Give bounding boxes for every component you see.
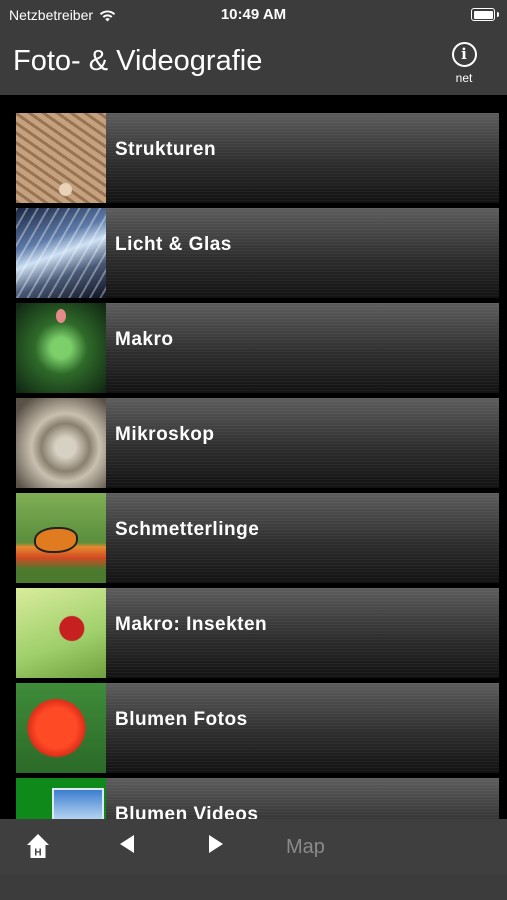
- flower-thumbnail: [16, 683, 106, 773]
- list-item[interactable]: Strukturen: [16, 113, 499, 203]
- list-item-label: Makro: [115, 329, 174, 350]
- texture-thumbnail: [16, 113, 106, 203]
- forward-arrow-icon[interactable]: [207, 834, 225, 854]
- video-thumbnail: [16, 778, 106, 819]
- list-item-label: Makro: Insekten: [115, 614, 268, 635]
- list-item[interactable]: Makro: [16, 303, 499, 393]
- list-item[interactable]: Makro: Insekten: [16, 588, 499, 678]
- info-icon: i: [451, 42, 477, 67]
- microscope-thumbnail: [16, 398, 106, 488]
- home-indicator-area: [0, 874, 507, 900]
- info-label: net: [455, 71, 473, 85]
- info-button[interactable]: i net: [441, 42, 487, 85]
- status-time: 10:49 AM: [220, 6, 287, 23]
- list-item-label: Blumen Fotos: [115, 709, 248, 730]
- plant-macro-thumbnail: [16, 303, 106, 393]
- list-item-label: Blumen Videos: [115, 804, 259, 819]
- bottom-toolbar: H Map: [0, 819, 507, 874]
- battery-icon: [471, 8, 499, 21]
- list-item[interactable]: Licht & Glas: [16, 208, 499, 298]
- butterfly-thumbnail: [16, 493, 106, 583]
- list-item-label: Mikroskop: [115, 424, 215, 445]
- page-title: Foto- & Videografie: [13, 45, 263, 77]
- map-button[interactable]: Map: [286, 836, 325, 859]
- list-item[interactable]: Blumen Fotos: [16, 683, 499, 773]
- back-arrow-icon[interactable]: [118, 834, 136, 854]
- svg-text:H: H: [34, 848, 41, 859]
- ladybug-thumbnail: [16, 588, 106, 678]
- list-item-label: Licht & Glas: [115, 234, 232, 255]
- category-list: Strukturen Licht & Glas Makro Mikroskop …: [16, 113, 499, 819]
- navigation-bar: Foto- & Videografie i net: [0, 30, 507, 95]
- list-item-label: Schmetterlinge: [115, 519, 260, 540]
- list-item[interactable]: Schmetterlinge: [16, 493, 499, 583]
- home-icon[interactable]: H: [26, 833, 50, 859]
- glass-thumbnail: [16, 208, 106, 298]
- status-bar: Netzbetreiber 10:49 AM: [0, 0, 507, 30]
- list-item[interactable]: Blumen Videos: [16, 778, 499, 819]
- list-item-label: Strukturen: [115, 139, 217, 160]
- list-item[interactable]: Mikroskop: [16, 398, 499, 488]
